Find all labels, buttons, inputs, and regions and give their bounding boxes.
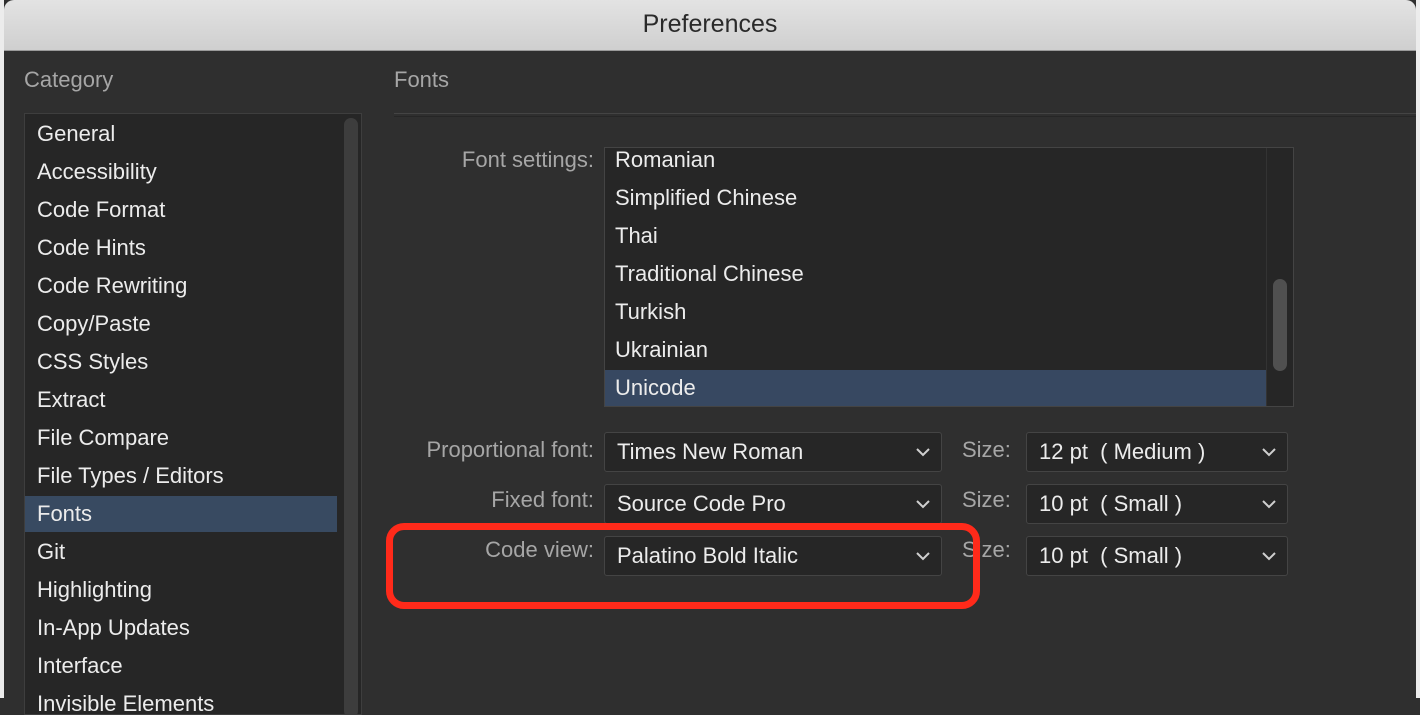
category-item-code-hints[interactable]: Code Hints (25, 230, 337, 266)
font-settings-item-simplified-chinese[interactable]: Simplified Chinese (605, 180, 1267, 218)
desktop-edge-right (1416, 0, 1420, 698)
proportional-font-label: Proportional font: (426, 437, 594, 462)
category-item-in-app-updates[interactable]: In-App Updates (25, 610, 337, 646)
category-item-general[interactable]: General (25, 116, 337, 152)
section-divider-shadow (394, 116, 1416, 117)
fixed-size-dropdown[interactable]: 10 pt ( Small ) (1026, 484, 1288, 524)
fixed-size-label: Size: (962, 487, 1011, 512)
font-settings-item-thai[interactable]: Thai (605, 218, 1267, 256)
chevron-down-icon (1261, 433, 1277, 483)
category-item-code-rewriting[interactable]: Code Rewriting (25, 268, 337, 304)
font-settings-scrollbar[interactable] (1266, 148, 1293, 406)
font-settings-scrollbar-thumb[interactable] (1273, 279, 1287, 371)
category-item-extract[interactable]: Extract (25, 382, 337, 418)
fonts-section-header: Fonts (394, 67, 450, 92)
category-header: Category (24, 67, 114, 92)
chevron-down-icon (915, 433, 931, 483)
fixed-font-value: Source Code Pro (617, 491, 786, 516)
preferences-window: Category General Accessibility Code Form… (4, 51, 1416, 715)
fixed-font-label: Fixed font: (491, 487, 594, 512)
red-highlight-annotation (386, 523, 980, 609)
category-item-css-styles[interactable]: CSS Styles (25, 344, 337, 380)
category-scrollbar[interactable] (341, 114, 361, 714)
category-item-file-compare[interactable]: File Compare (25, 420, 337, 456)
category-scrollbar-thumb[interactable] (344, 118, 358, 714)
fixed-font-dropdown[interactable]: Source Code Pro (604, 484, 942, 524)
category-item-fonts[interactable]: Fonts (25, 496, 337, 532)
font-settings-list[interactable]: Romanian Simplified Chinese Thai Traditi… (604, 147, 1294, 407)
category-item-copy-paste[interactable]: Copy/Paste (25, 306, 337, 342)
proportional-size-dropdown[interactable]: 12 pt ( Medium ) (1026, 432, 1288, 472)
category-item-interface[interactable]: Interface (25, 648, 337, 684)
category-item-highlighting[interactable]: Highlighting (25, 572, 337, 608)
category-item-git[interactable]: Git (25, 534, 337, 570)
proportional-font-value: Times New Roman (617, 439, 804, 464)
category-item-accessibility[interactable]: Accessibility (25, 154, 337, 190)
proportional-size-value: 12 pt ( Medium ) (1039, 439, 1206, 464)
chevron-down-icon (1261, 485, 1277, 535)
section-divider (394, 113, 1416, 114)
chevron-down-icon (1261, 537, 1277, 587)
code-view-size-value: 10 pt ( Small ) (1039, 543, 1183, 568)
proportional-font-dropdown[interactable]: Times New Roman (604, 432, 942, 472)
code-view-size-dropdown[interactable]: 10 pt ( Small ) (1026, 536, 1288, 576)
font-settings-label: Font settings: (461, 147, 594, 172)
category-item-code-format[interactable]: Code Format (25, 192, 337, 228)
font-settings-item-romanian[interactable]: Romanian (605, 148, 1267, 180)
font-settings-item-traditional-chinese[interactable]: Traditional Chinese (605, 256, 1267, 294)
font-settings-item-turkish[interactable]: Turkish (605, 294, 1267, 332)
category-item-file-types-editors[interactable]: File Types / Editors (25, 458, 337, 494)
title-bar: Preferences (4, 0, 1416, 51)
window-title: Preferences (642, 10, 778, 38)
font-settings-item-ukrainian[interactable]: Ukrainian (605, 332, 1267, 370)
category-item-invisible-elements[interactable]: Invisible Elements (25, 686, 337, 714)
proportional-size-label: Size: (962, 437, 1011, 462)
font-settings-item-unicode[interactable]: Unicode (605, 370, 1267, 406)
fixed-size-value: 10 pt ( Small ) (1039, 491, 1183, 516)
category-list[interactable]: General Accessibility Code Format Code H… (24, 113, 362, 715)
